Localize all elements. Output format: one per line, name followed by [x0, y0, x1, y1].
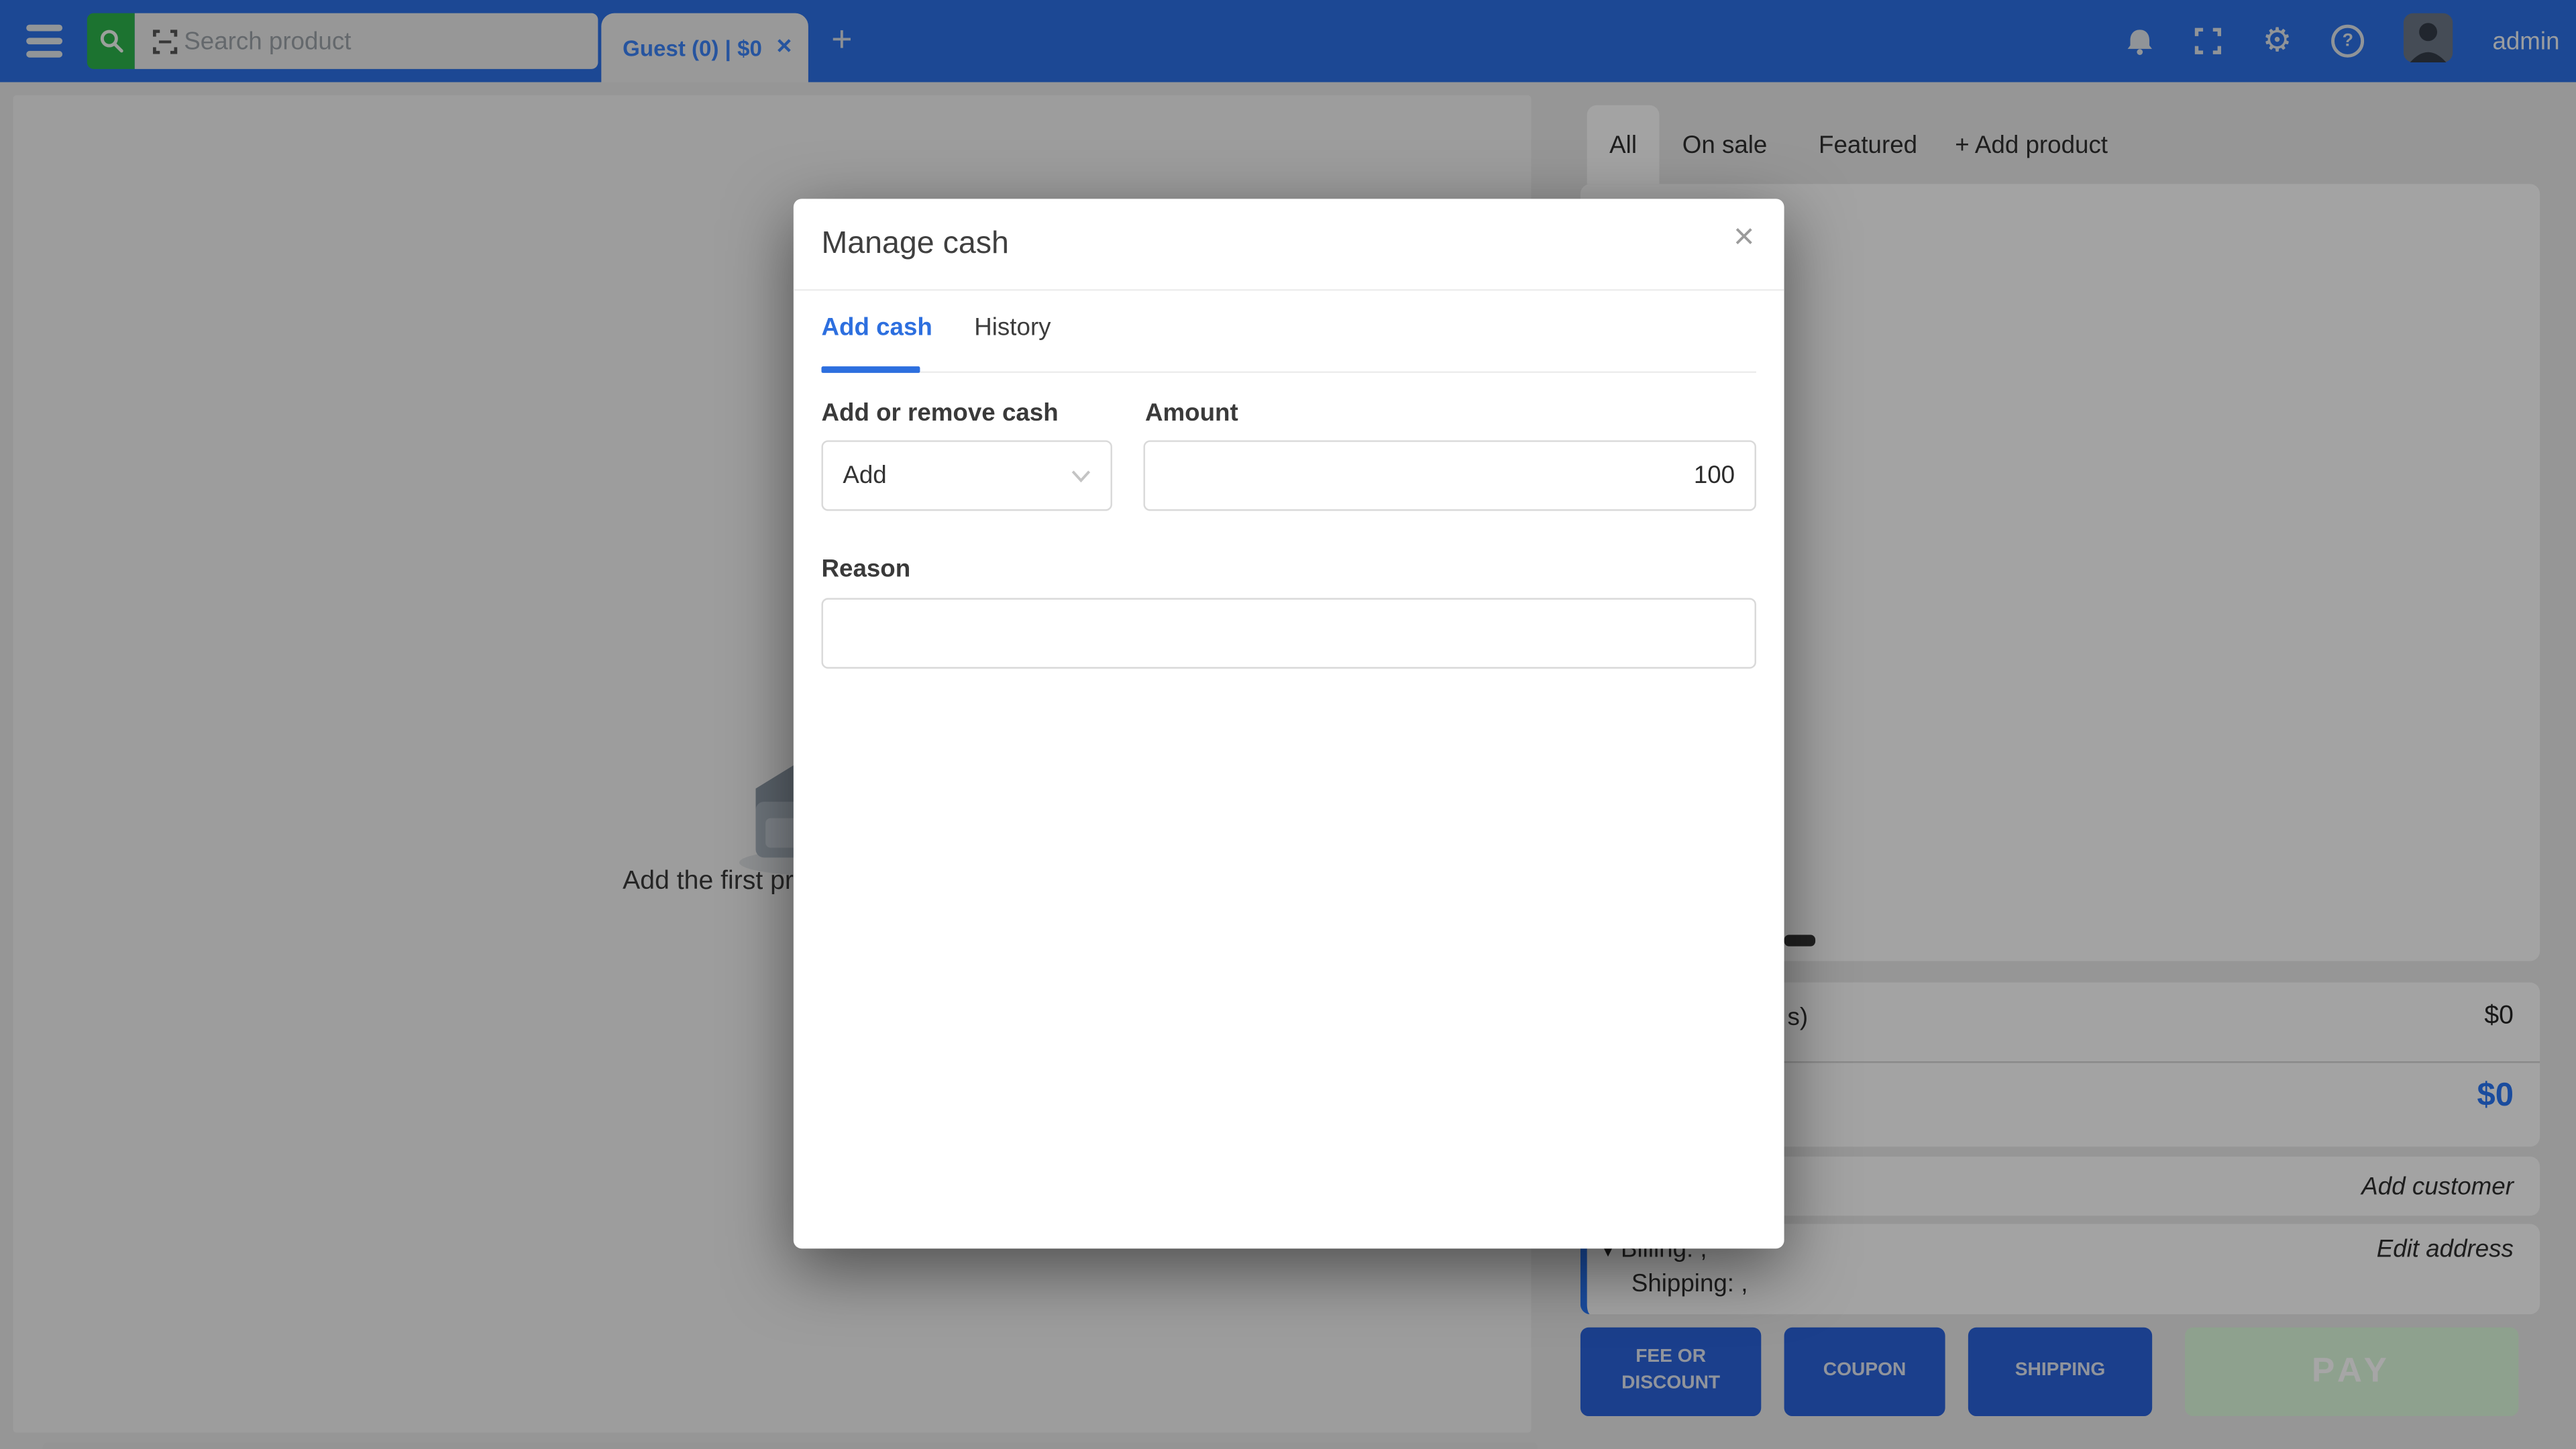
- modal-close-icon[interactable]: ×: [1733, 219, 1754, 255]
- modal-title: Manage cash: [821, 227, 1008, 263]
- modal-header-divider: [794, 289, 1784, 290]
- reason-field-label: Reason: [821, 555, 910, 584]
- tabs-baseline: [821, 371, 1756, 372]
- reason-input[interactable]: [821, 598, 1756, 668]
- app-viewport: Guest (0) | $0 × + ⚙ ? admin: [0, 0, 2576, 1449]
- amount-field-label: Amount: [1145, 399, 1238, 427]
- amount-input[interactable]: [1143, 440, 1756, 511]
- action-field-label: Add or remove cash: [821, 399, 1058, 427]
- pos-app: Guest (0) | $0 × + ⚙ ? admin: [0, 0, 2576, 1449]
- active-tab-underline: [821, 366, 920, 373]
- manage-cash-modal: Manage cash × Add cash History Add or re…: [794, 199, 1784, 1248]
- chevron-down-icon: [1071, 469, 1091, 482]
- action-select-value: Add: [843, 462, 886, 490]
- tab-add-cash[interactable]: Add cash: [821, 314, 932, 342]
- tab-history[interactable]: History: [974, 314, 1051, 342]
- action-select[interactable]: Add: [821, 440, 1112, 511]
